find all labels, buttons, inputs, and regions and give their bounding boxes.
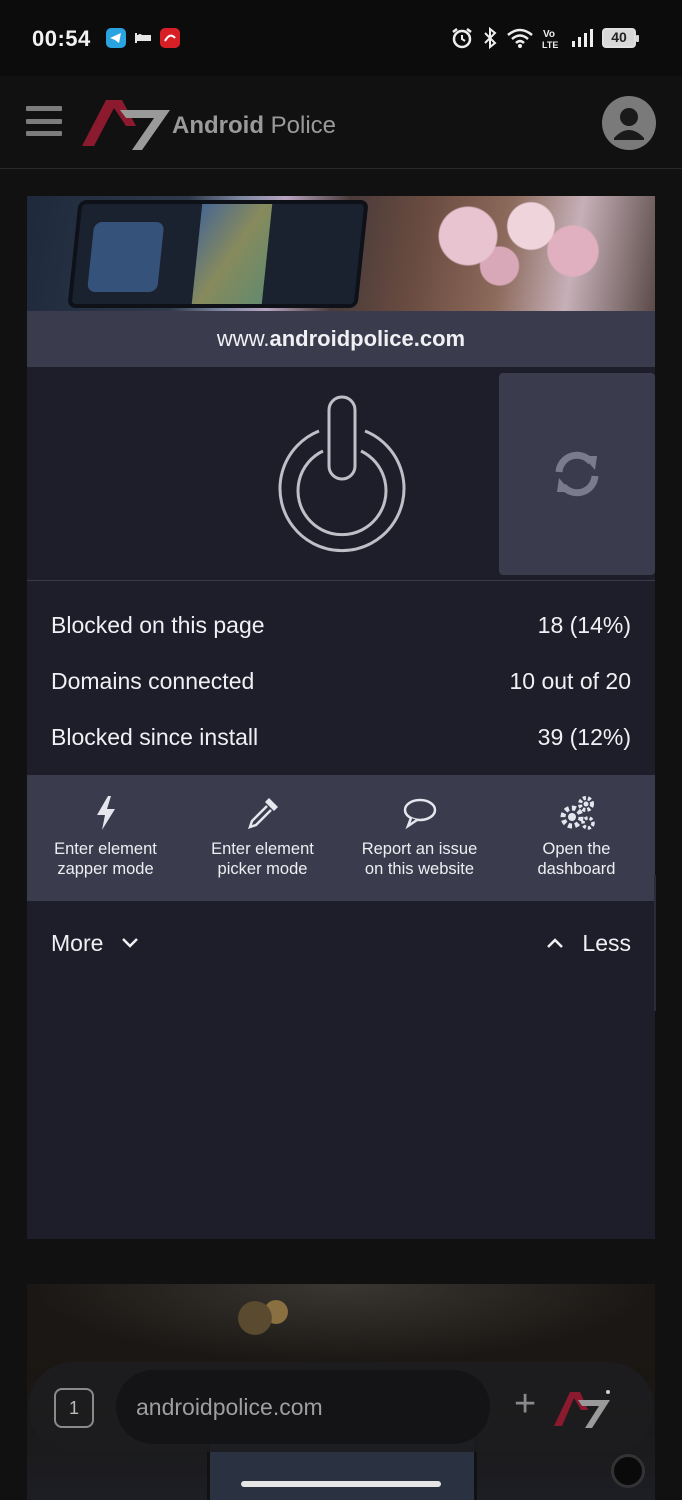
status-bar: 00:54 Vo LTE 40 [0,0,682,76]
stat-value: 18 (14%) [537,611,631,638]
less-button[interactable]: Less [546,930,631,957]
open-dashboard-button[interactable]: Open the dashboard [498,775,655,901]
address-bar[interactable]: androidpolice.com [116,1370,490,1444]
tool-label: Enter element picker mode [211,840,314,878]
volte-icon: VoLTE [542,29,558,50]
signal-icon [572,29,593,47]
picker-mode-button[interactable]: Enter element picker mode [184,775,341,901]
stat-label: Blocked on this page [51,611,265,638]
ublock-popup: www.androidpolice.com Blocked on this pa… [27,311,656,1239]
refresh-button[interactable] [499,373,655,575]
refresh-icon [555,451,599,497]
android-police-logo[interactable] [80,94,172,152]
zapper-mode-button[interactable]: Enter element zapper mode [27,775,184,901]
eyedropper-icon [247,798,278,829]
account-icon[interactable] [602,96,656,150]
status-icons: Vo LTE 40 [450,24,639,52]
site-header: Android Police [0,76,682,169]
more-less-row: More Less [27,915,655,971]
chevron-down-icon [122,938,139,948]
less-label: Less [582,929,631,956]
tool-label: Enter element zapper mode [54,840,157,878]
popup-hostname: www.androidpolice.com [27,311,655,367]
site-brand-name[interactable]: Android Police [172,112,336,140]
telegram-icon [106,28,126,48]
stat-label: Domains connected [51,667,255,694]
stat-row-blocked-page: Blocked on this page 18 (14%) [27,597,655,653]
new-tab-button[interactable]: + [514,1384,536,1424]
power-icon[interactable] [267,393,417,553]
more-button[interactable]: More [51,930,139,957]
panel-scrollbar[interactable] [654,875,656,1011]
stat-row-domains: Domains connected 10 out of 20 [27,653,655,709]
alarm-icon [452,28,472,49]
stat-value: 10 out of 20 [509,667,632,694]
browser-bottom-bar: 1 androidpolice.com + [28,1362,654,1452]
stat-label: Blocked since install [51,723,259,750]
wifi-icon [507,28,533,48]
address-bar-url: androidpolice.com [136,1394,323,1420]
lightning-bolt-icon [96,796,115,830]
status-time: 00:54 [32,26,91,51]
speech-bubble-icon [403,798,436,830]
hamburger-menu-icon[interactable] [26,106,62,136]
airtel-icon [160,28,180,48]
android-police-logo[interactable] [552,1388,612,1430]
bluetooth-icon [484,26,497,50]
stat-row-blocked-install: Blocked since install 39 (12%) [27,709,655,765]
article-hero-image [27,196,655,312]
power-section [27,367,655,581]
battery-icon: 40 [602,28,639,48]
tool-label: Open the dashboard [537,840,616,878]
gears-icon [560,796,595,830]
stats-list: Blocked on this page 18 (14%) Domains co… [27,597,655,765]
chevron-up-icon [547,938,564,948]
svg-text:Vo: Vo [543,29,555,40]
tools-toolbar: Enter element zapper mode Enter element … [27,775,655,901]
tab-switcher-button[interactable]: 1 [54,1388,94,1428]
tool-label: Report an issue on this website [361,840,478,878]
svg-text:LTE: LTE [542,40,558,50]
stat-value: 39 (12%) [537,723,631,750]
hotel-icon [133,28,153,48]
report-issue-button[interactable]: Report an issue on this website [341,775,498,901]
gesture-bar[interactable] [241,1481,441,1487]
more-label: More [51,929,104,956]
battery-level: 40 [611,29,627,45]
